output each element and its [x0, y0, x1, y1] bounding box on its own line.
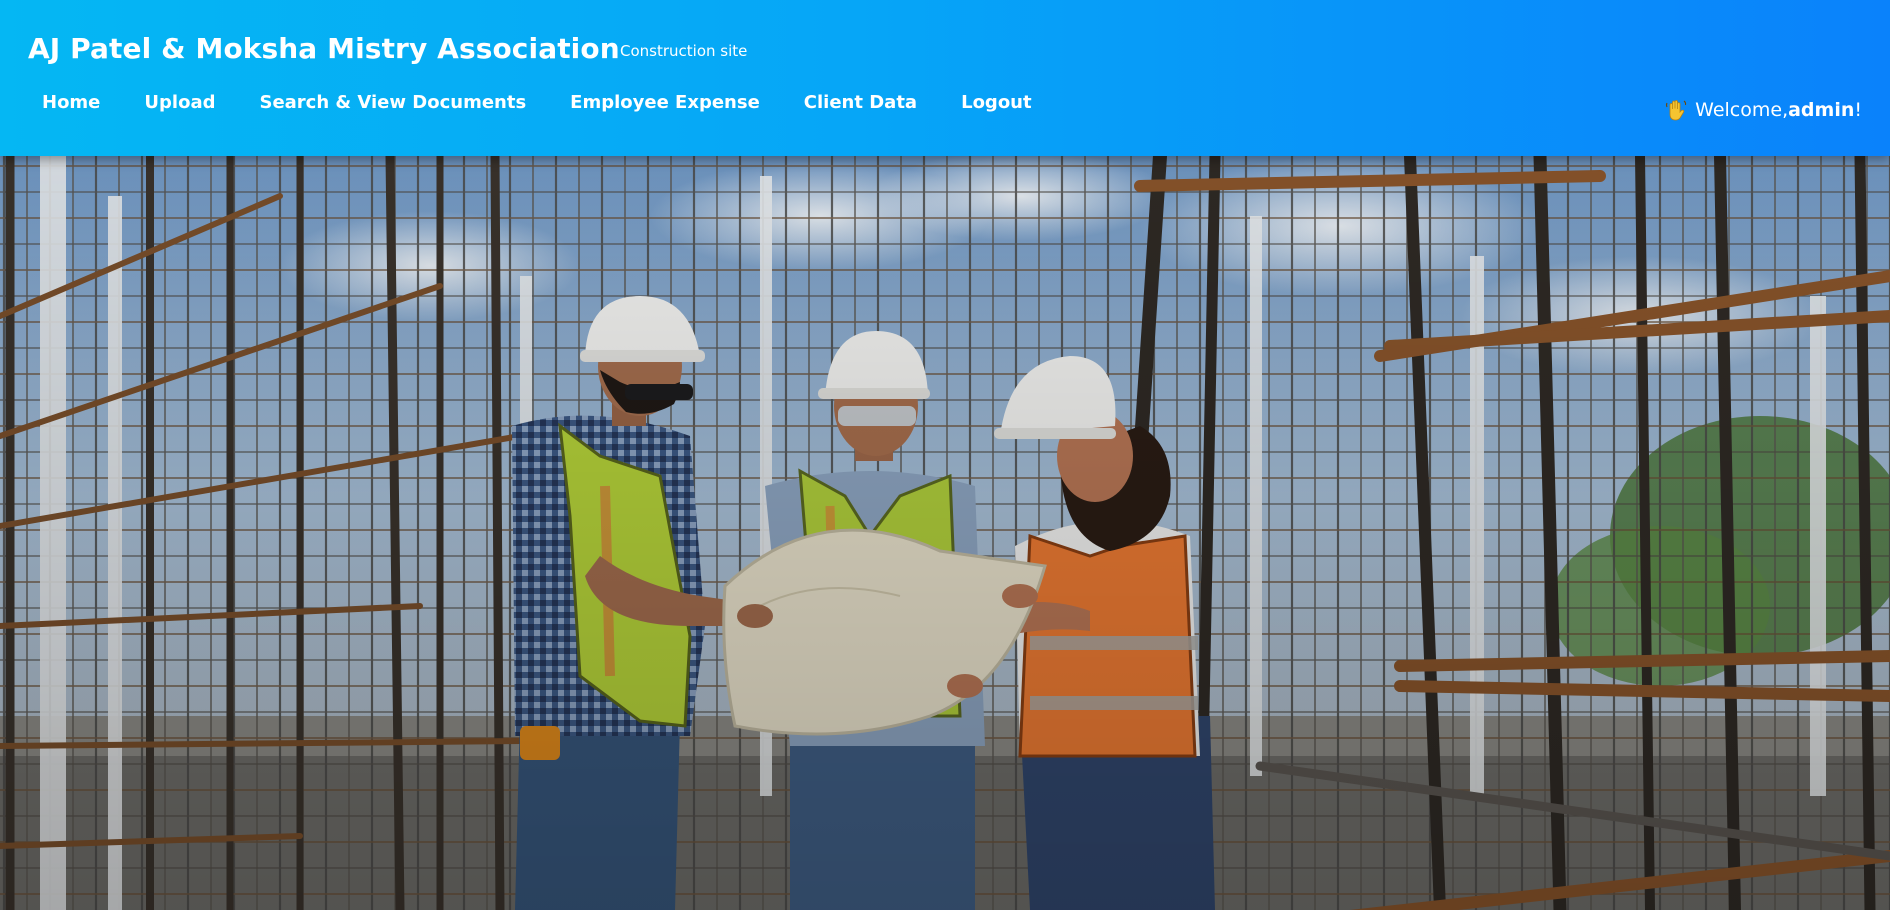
top-header: AJ Patel & Moksha Mistry Association Con… — [0, 0, 1890, 156]
welcome-message: Welcome, admin ! — [1665, 99, 1862, 121]
waving-hand-icon — [1665, 99, 1687, 121]
construction-site-photo — [0, 156, 1890, 910]
nav-search-view-documents[interactable]: Search & View Documents — [237, 88, 548, 117]
nav-logout[interactable]: Logout — [939, 88, 1054, 117]
nav-client-data[interactable]: Client Data — [782, 88, 939, 117]
welcome-username: admin — [1788, 99, 1855, 121]
brand-title[interactable]: AJ Patel & Moksha Mistry Association — [28, 32, 620, 65]
nav-home[interactable]: Home — [20, 88, 122, 117]
welcome-prefix: Welcome, — [1695, 99, 1789, 121]
main-nav: Home Upload Search & View Documents Empl… — [20, 88, 1054, 117]
nav-upload[interactable]: Upload — [122, 88, 237, 117]
nav-employee-expense[interactable]: Employee Expense — [548, 88, 782, 117]
welcome-suffix: ! — [1854, 99, 1862, 121]
page-subtitle: Construction site — [620, 42, 748, 60]
